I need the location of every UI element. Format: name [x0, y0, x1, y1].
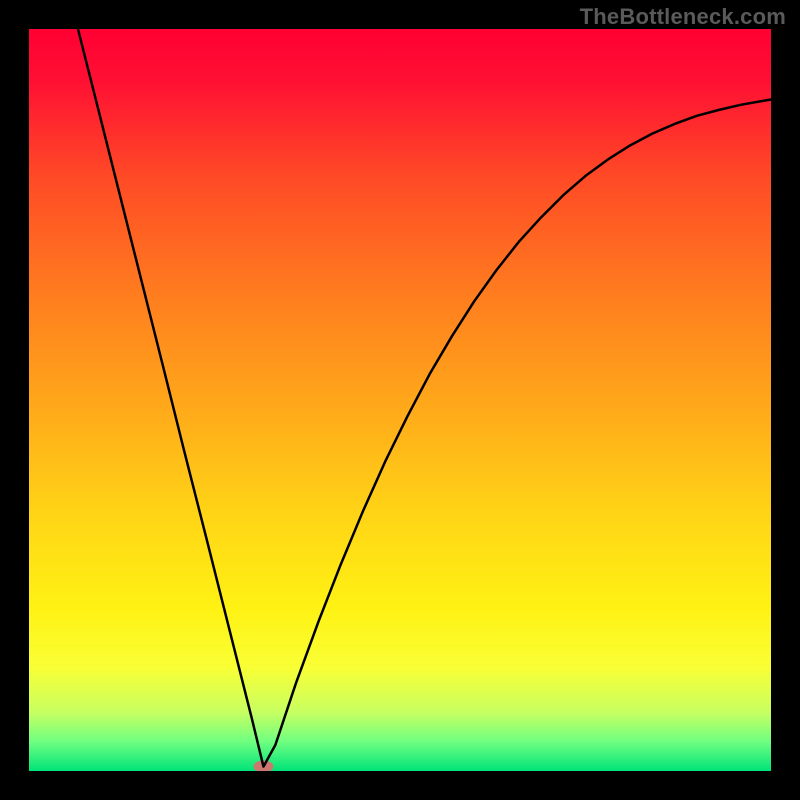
chart-frame: { "watermark": "TheBottleneck.com", "plo… — [0, 0, 800, 800]
gradient-background — [29, 29, 771, 771]
watermark-text: TheBottleneck.com — [580, 4, 786, 30]
chart-svg — [29, 29, 771, 771]
plot-area — [29, 29, 771, 771]
